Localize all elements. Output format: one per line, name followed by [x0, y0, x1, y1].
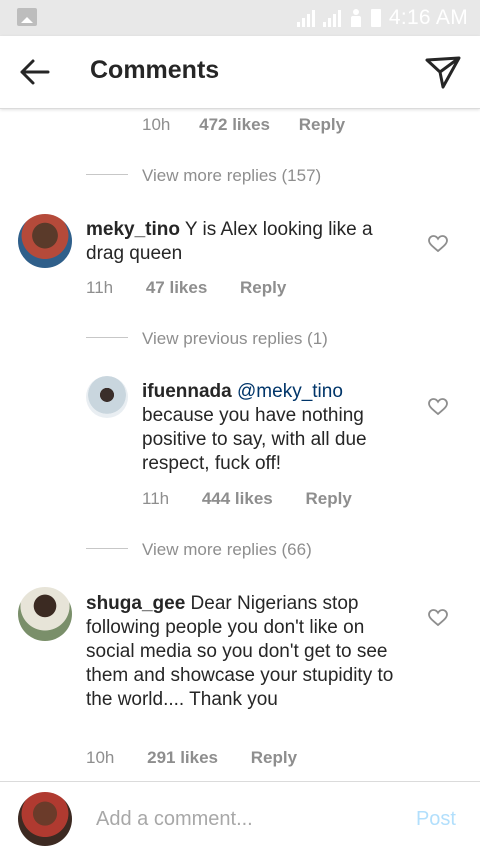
- comment-composer: Add a comment... Post: [0, 781, 480, 855]
- reply-body: ifuennada @meky_tino because you have no…: [142, 380, 406, 476]
- heart-icon[interactable]: [428, 235, 448, 253]
- reply-likes[interactable]: 472 likes: [199, 115, 270, 134]
- reply-button[interactable]: Reply: [240, 278, 286, 297]
- reply-time: 10h: [142, 115, 171, 134]
- signal-icon: [322, 9, 341, 27]
- mention-link[interactable]: @meky_tino: [237, 381, 343, 402]
- heart-icon[interactable]: [428, 609, 448, 627]
- wifi-signal-icon: [296, 9, 315, 27]
- view-more-replies[interactable]: View more replies (66): [142, 540, 312, 560]
- avatar: [18, 792, 72, 846]
- comments-list: 10h 472 likes Reply View more replies (1…: [0, 109, 480, 781]
- status-time: 4:16 AM: [388, 6, 468, 29]
- comment-body: shuga_gee Dear Nigerians stop following …: [86, 592, 406, 712]
- reply-meta: 10h 472 likes Reply: [142, 115, 345, 135]
- avatar[interactable]: [86, 376, 128, 418]
- comment-username[interactable]: meky_tino: [86, 219, 180, 240]
- image-icon: [17, 8, 37, 26]
- header: Comments: [0, 36, 480, 109]
- comment-username[interactable]: shuga_gee: [86, 593, 185, 614]
- reply-button[interactable]: Reply: [251, 748, 297, 767]
- comment-body: meky_tino Y is Alex looking like a drag …: [86, 218, 406, 266]
- reply-username[interactable]: ifuennada: [142, 381, 232, 402]
- reply-text: because you have nothing positive to say…: [142, 405, 367, 474]
- comment-meta: 10h 291 likes Reply: [86, 748, 297, 768]
- back-arrow-icon[interactable]: [18, 56, 52, 88]
- reply-time: 11h: [142, 489, 170, 508]
- person-icon: [349, 9, 363, 27]
- reply-meta: 11h 444 likes Reply: [142, 489, 352, 509]
- post-button[interactable]: Post: [416, 808, 456, 831]
- divider-line: [86, 548, 128, 549]
- reply-button[interactable]: Reply: [305, 489, 351, 508]
- reply-likes[interactable]: 444 likes: [202, 489, 273, 508]
- comment-time: 11h: [86, 278, 114, 297]
- divider-line: [86, 174, 128, 175]
- divider-line: [86, 337, 128, 338]
- comment-input[interactable]: Add a comment...: [96, 808, 253, 831]
- heart-icon[interactable]: [428, 398, 448, 416]
- avatar[interactable]: [18, 587, 72, 641]
- comment-meta: 11h 47 likes Reply: [86, 278, 286, 298]
- status-icons: 4:16 AM: [296, 6, 468, 30]
- comment-likes[interactable]: 291 likes: [147, 748, 218, 767]
- view-previous-replies[interactable]: View previous replies (1): [142, 329, 328, 349]
- view-more-replies[interactable]: View more replies (157): [142, 166, 321, 186]
- status-bar: 4:16 AM: [0, 0, 480, 36]
- avatar[interactable]: [18, 214, 72, 268]
- battery-icon: [370, 9, 381, 27]
- comment-time: 10h: [86, 748, 115, 767]
- comment-likes[interactable]: 47 likes: [146, 278, 207, 297]
- page-title: Comments: [90, 56, 220, 84]
- send-icon[interactable]: [424, 54, 462, 90]
- reply-button[interactable]: Reply: [299, 115, 345, 134]
